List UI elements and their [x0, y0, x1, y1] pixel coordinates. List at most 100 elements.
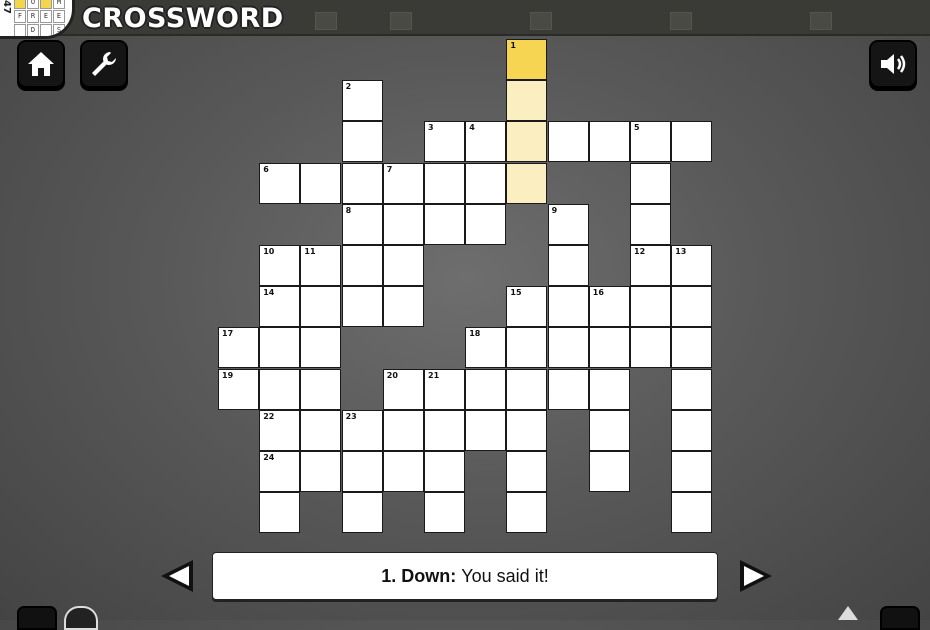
- grid-cell[interactable]: [506, 80, 548, 122]
- grid-cell[interactable]: 20: [382, 368, 424, 410]
- grid-cell[interactable]: [671, 409, 713, 451]
- grid-cell[interactable]: 19: [218, 368, 259, 410]
- grid-cell[interactable]: 22: [259, 409, 301, 451]
- grid-cell[interactable]: [588, 409, 630, 451]
- grid-cell[interactable]: [671, 121, 713, 163]
- grid-cell[interactable]: 17: [218, 327, 259, 369]
- grid-cell[interactable]: [259, 368, 301, 410]
- grid-cell[interactable]: 15: [506, 286, 548, 328]
- grid-cell[interactable]: 6: [259, 162, 301, 204]
- grid-cell[interactable]: [671, 286, 713, 328]
- grid-cell[interactable]: [341, 492, 383, 534]
- grid-cell[interactable]: [341, 121, 383, 163]
- grid-cell[interactable]: [465, 368, 507, 410]
- grid-cell[interactable]: [382, 286, 424, 328]
- grid-cell[interactable]: [506, 121, 548, 163]
- grid-cell[interactable]: [300, 162, 342, 204]
- grid-cell[interactable]: 4: [465, 121, 507, 163]
- grid-cell[interactable]: 5: [630, 121, 671, 163]
- grid-cell[interactable]: [259, 327, 301, 369]
- grid-cell[interactable]: [630, 162, 671, 204]
- grid-cell[interactable]: [341, 451, 383, 492]
- grid-cell[interactable]: [300, 286, 342, 328]
- grid-cell[interactable]: 16: [588, 286, 630, 328]
- grid-cell[interactable]: [671, 492, 713, 534]
- grid-cell[interactable]: [630, 327, 671, 369]
- grid-cell[interactable]: [341, 162, 383, 204]
- grid-cell[interactable]: [465, 162, 507, 204]
- grid-cell[interactable]: [588, 121, 630, 163]
- grid-cell[interactable]: [382, 451, 424, 492]
- home-button[interactable]: [17, 40, 65, 88]
- clue-bar[interactable]: 1. Down: You said it!: [212, 552, 718, 600]
- grid-cell[interactable]: [630, 203, 671, 245]
- grid-cell[interactable]: [547, 121, 589, 163]
- grid-cell[interactable]: [547, 245, 589, 286]
- grid-cell[interactable]: [671, 451, 713, 492]
- grid-cell[interactable]: [506, 368, 548, 410]
- grid-cell[interactable]: 12: [630, 245, 671, 286]
- grid-cell[interactable]: [424, 409, 465, 451]
- grid-cell[interactable]: [671, 327, 713, 369]
- grid-cell[interactable]: [630, 286, 671, 328]
- grid-cell[interactable]: [382, 409, 424, 451]
- grid-cell[interactable]: [465, 203, 507, 245]
- bottom-left-button[interactable]: [17, 606, 57, 630]
- grid-cell[interactable]: [341, 245, 383, 286]
- grid-cell[interactable]: 21: [424, 368, 465, 410]
- grid-cell[interactable]: [300, 327, 342, 369]
- clue-number: 8: [345, 205, 352, 215]
- clue-number: 7: [386, 164, 393, 174]
- logo-letter: M: [53, 0, 65, 9]
- logo-number: 47: [1, 0, 12, 14]
- grid-cell[interactable]: [465, 409, 507, 451]
- grid-cell[interactable]: 24: [259, 451, 301, 492]
- grid-cell[interactable]: [300, 451, 342, 492]
- grid-cell[interactable]: [506, 327, 548, 369]
- logo[interactable]: 47 OMFREEDS: [0, 0, 75, 39]
- grid-cell[interactable]: [588, 368, 630, 410]
- grid-cell[interactable]: [382, 203, 424, 245]
- logo-letter: F: [14, 10, 26, 23]
- grid-cell[interactable]: [424, 162, 465, 204]
- prev-clue-button[interactable]: [157, 556, 197, 596]
- grid-cell[interactable]: 2: [341, 80, 383, 122]
- grid-cell[interactable]: [671, 368, 713, 410]
- grid-cell[interactable]: [506, 162, 548, 204]
- grid-cell[interactable]: 13: [671, 245, 713, 286]
- timer-icon: [64, 606, 98, 630]
- grid-cell[interactable]: [341, 286, 383, 328]
- grid-cell[interactable]: [300, 368, 342, 410]
- settings-button[interactable]: [80, 40, 128, 88]
- grid-cell[interactable]: [588, 327, 630, 369]
- bottom-right-button[interactable]: [880, 606, 920, 630]
- grid-cell[interactable]: 8: [341, 203, 383, 245]
- grid-cell[interactable]: 1: [506, 39, 548, 80]
- grid-cell[interactable]: [506, 451, 548, 492]
- grid-cell[interactable]: [506, 409, 548, 451]
- grid-cell[interactable]: [300, 409, 342, 451]
- grid-cell[interactable]: 3: [424, 121, 465, 163]
- grid-cell[interactable]: [259, 492, 301, 534]
- grid-cell[interactable]: 9: [547, 203, 589, 245]
- hint-icon: [838, 606, 858, 620]
- clue-number: 1: [510, 41, 516, 50]
- grid-cell[interactable]: [424, 492, 465, 534]
- grid-cell[interactable]: 11: [300, 245, 342, 286]
- grid-cell[interactable]: 18: [465, 327, 507, 369]
- grid-cell[interactable]: 23: [341, 409, 383, 451]
- grid-cell[interactable]: [547, 286, 589, 328]
- grid-cell[interactable]: 7: [382, 162, 424, 204]
- grid-cell[interactable]: [588, 451, 630, 492]
- grid-cell[interactable]: [547, 368, 589, 410]
- clue-number: 21: [428, 370, 440, 380]
- grid-cell[interactable]: [547, 327, 589, 369]
- grid-cell[interactable]: [424, 451, 465, 492]
- grid-cell[interactable]: [382, 245, 424, 286]
- sound-button[interactable]: [869, 40, 917, 88]
- grid-cell[interactable]: [424, 203, 465, 245]
- grid-cell[interactable]: 10: [259, 245, 301, 286]
- grid-cell[interactable]: [506, 492, 548, 534]
- grid-cell[interactable]: 14: [259, 286, 301, 328]
- next-clue-button[interactable]: [736, 556, 776, 596]
